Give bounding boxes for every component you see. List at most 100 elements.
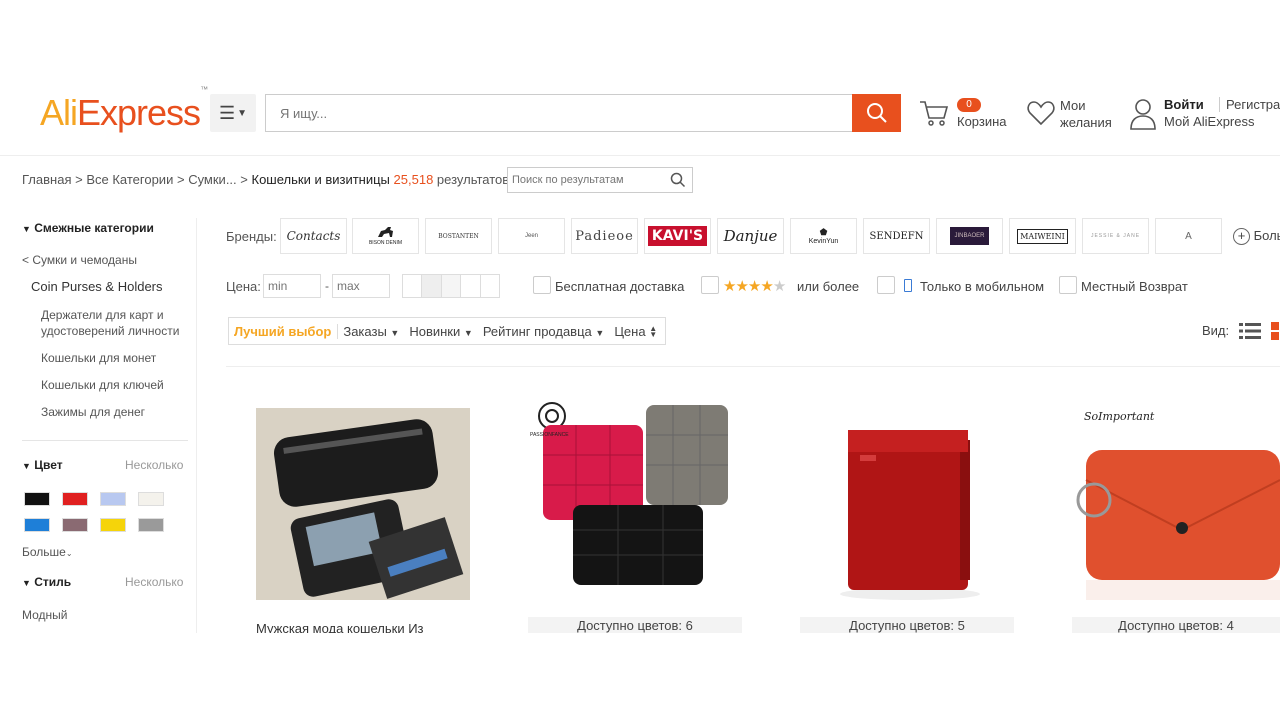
sort-newest[interactable]: Новинки ▼ bbox=[404, 324, 477, 339]
color-swatch-mauve[interactable] bbox=[62, 518, 88, 532]
color-swatch-blue[interactable] bbox=[24, 518, 50, 532]
color-swatch-red[interactable] bbox=[62, 492, 88, 506]
sidebar-subcategory[interactable]: Кошельки для ключей bbox=[41, 377, 164, 393]
triangle-down-icon: ▼ bbox=[22, 578, 31, 588]
sidebar-divider bbox=[22, 440, 188, 441]
brand-logo[interactable]: Jeen bbox=[498, 218, 565, 254]
price-max-input[interactable] bbox=[332, 274, 390, 298]
sort-orders[interactable]: Заказы ▼ bbox=[338, 324, 404, 339]
color-swatch-black[interactable] bbox=[24, 492, 50, 506]
free-shipping-checkbox[interactable] bbox=[533, 276, 551, 294]
color-swatch-beige[interactable] bbox=[138, 492, 164, 506]
brand-logo[interactable]: Padieoe bbox=[571, 218, 638, 254]
caret-down-icon: ▼ bbox=[595, 327, 605, 338]
sidebar-parent-category[interactable]: < Сумки и чемоданы bbox=[22, 253, 137, 267]
more-brands-button[interactable]: + Больше bbox=[1233, 228, 1280, 245]
sort-price[interactable]: Цена ▲ ▼ bbox=[609, 324, 662, 339]
product-brand: PASSIONFANCE bbox=[530, 432, 569, 438]
results-search-button[interactable] bbox=[670, 172, 686, 193]
wishlist-label-1[interactable]: Мои bbox=[1060, 98, 1085, 113]
style-option[interactable]: Модный bbox=[22, 608, 68, 622]
chevron-down-icon: ▼ bbox=[237, 107, 248, 119]
more-colors-link[interactable]: Больше⌄ bbox=[22, 545, 73, 559]
brand-name: MAIWEINI bbox=[1017, 228, 1068, 244]
brand-name: Jeen bbox=[524, 233, 538, 239]
brand-logo[interactable]: KAVI'S bbox=[644, 218, 711, 254]
breadcrumb-bags[interactable]: Сумки... bbox=[188, 172, 236, 187]
view-label: Вид: bbox=[1202, 323, 1230, 338]
rating-label[interactable]: или более bbox=[797, 279, 859, 294]
mobile-only-checkbox[interactable] bbox=[877, 276, 895, 294]
page-bottom-blank bbox=[0, 633, 1280, 720]
product-image[interactable]: PASSIONFANCE bbox=[528, 380, 742, 608]
local-return-label[interactable]: Местный Возврат bbox=[1081, 279, 1188, 294]
local-return-checkbox[interactable] bbox=[1059, 276, 1077, 294]
content-divider bbox=[226, 366, 1280, 367]
brand-logo[interactable]: SENDEFN bbox=[863, 218, 930, 254]
rating-checkbox[interactable] bbox=[701, 276, 719, 294]
brand-logo[interactable]: MAIWEINI bbox=[1009, 218, 1076, 254]
style-filter-title[interactable]: ▼ Стиль bbox=[22, 575, 71, 589]
brand-logo[interactable]: ⬟ KevinYun bbox=[790, 218, 857, 254]
product-image[interactable] bbox=[256, 408, 470, 600]
brand-name: KAVI'S bbox=[647, 226, 708, 246]
brand-name: A bbox=[1185, 230, 1192, 242]
cart-label[interactable]: Корзина bbox=[957, 114, 1007, 129]
categories-menu-button[interactable]: ☰ ▼ bbox=[210, 94, 256, 132]
price-min-input[interactable] bbox=[263, 274, 321, 298]
account-button[interactable] bbox=[1130, 98, 1156, 135]
heart-icon bbox=[1027, 101, 1055, 126]
color-swatch-gray[interactable] bbox=[138, 518, 164, 532]
logo-tm: ™ bbox=[200, 85, 208, 94]
color-multi-select[interactable]: Несколько bbox=[125, 458, 183, 472]
sidebar-subcategory[interactable]: Держатели для карт и удостоверений лично… bbox=[41, 307, 186, 339]
breadcrumb-separator: > bbox=[75, 172, 83, 187]
sidebar-subcategory[interactable]: Зажимы для денег bbox=[41, 404, 145, 420]
cart-icon bbox=[920, 101, 949, 126]
style-multi-select[interactable]: Несколько bbox=[125, 575, 183, 589]
breadcrumb-home[interactable]: Главная bbox=[22, 172, 71, 187]
sidebar-current-category[interactable]: Coin Purses & Holders bbox=[31, 279, 163, 294]
free-shipping-label[interactable]: Бесплатная доставка bbox=[555, 279, 684, 294]
product-image[interactable] bbox=[800, 380, 1014, 608]
color-swatch-light-blue[interactable] bbox=[100, 492, 126, 506]
brands-label: Бренды: bbox=[226, 229, 277, 244]
price-dash: - bbox=[325, 279, 329, 293]
color-filter-title[interactable]: ▼ Цвет bbox=[22, 458, 63, 472]
grid-view-icon[interactable] bbox=[1271, 322, 1280, 340]
brand-logo[interactable]: BOSTANTEN bbox=[425, 218, 492, 254]
style-filter-label: Стиль bbox=[34, 575, 72, 589]
register-link[interactable]: Регистрация bbox=[1219, 97, 1280, 112]
my-aliexpress-link[interactable]: Мой AliExpress bbox=[1164, 114, 1255, 129]
brand-logo[interactable]: JINBAOER bbox=[936, 218, 1003, 254]
sort-seller-rating-label: Рейтинг продавца bbox=[482, 323, 592, 339]
sort-seller-rating[interactable]: Рейтинг продавца ▼ bbox=[478, 324, 610, 339]
caret-down-icon: ▼ bbox=[390, 327, 400, 338]
brand-logo[interactable]: A bbox=[1155, 218, 1222, 254]
aliexpress-logo[interactable]: AliExpress™ bbox=[40, 85, 208, 134]
price-range-bars[interactable] bbox=[402, 274, 500, 298]
brand-logo[interactable]: Contacts bbox=[280, 218, 347, 254]
login-link[interactable]: Войти bbox=[1164, 97, 1204, 112]
sidebar-subcategory[interactable]: Кошельки для монет bbox=[41, 350, 156, 366]
color-swatch-yellow[interactable] bbox=[100, 518, 126, 532]
product-image[interactable]: SoImportant bbox=[1072, 380, 1280, 608]
breadcrumb-all-categories[interactable]: Все Категории bbox=[86, 172, 173, 187]
color-filter-label: Цвет bbox=[34, 458, 63, 472]
sort-best-match[interactable]: Лучший выбор bbox=[229, 323, 339, 339]
wishlist-button[interactable] bbox=[1026, 98, 1056, 133]
search-input[interactable] bbox=[265, 94, 853, 132]
brand-logo[interactable]: Danjue bbox=[717, 218, 784, 254]
brand-logo[interactable]: BISON DENIM bbox=[352, 218, 419, 254]
results-count: 25,518 bbox=[393, 172, 434, 187]
results-search-input[interactable] bbox=[507, 167, 693, 193]
plus-circle-icon: + bbox=[1233, 228, 1250, 245]
mobile-only-label[interactable]: Только в мобильном bbox=[920, 279, 1044, 294]
search-button[interactable] bbox=[852, 94, 901, 132]
triangle-down-icon: ▼ bbox=[22, 224, 31, 234]
brand-logo[interactable]: JESSIE & JANE bbox=[1082, 218, 1149, 254]
star-icon: ★ bbox=[747, 278, 761, 295]
breadcrumb-separator: > bbox=[176, 172, 185, 187]
list-view-icon[interactable] bbox=[1239, 322, 1261, 345]
wishlist-label-2[interactable]: желания bbox=[1060, 115, 1112, 130]
